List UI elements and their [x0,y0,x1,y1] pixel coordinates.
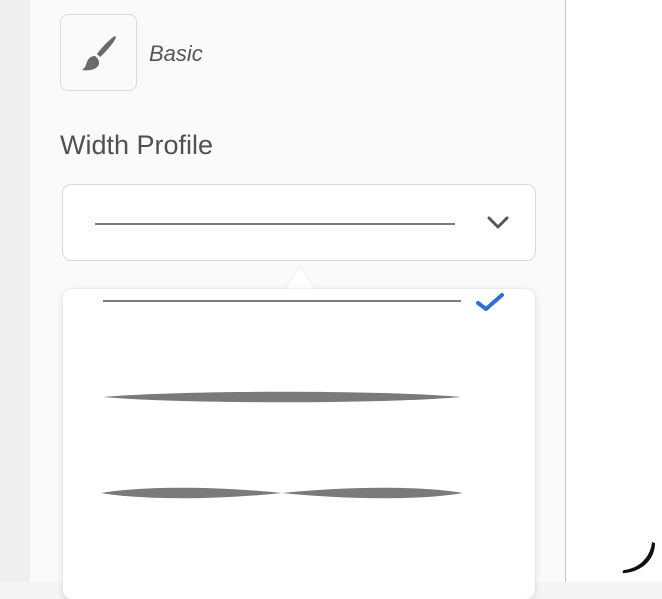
brush-preview-button[interactable] [60,14,137,91]
canvas-stroke-mark [622,542,655,574]
uniform-stroke-icon [103,300,461,302]
double-taper-stroke-icon [101,487,463,499]
width-option-double-taper[interactable] [63,465,535,521]
width-option-uniform[interactable] [63,289,535,329]
width-profile-select[interactable] [62,184,536,261]
width-profile-label: Width Profile [60,130,214,160]
chevron-down-icon [487,216,509,229]
left-gutter [0,0,30,582]
paintbrush-icon [82,36,116,71]
drawing-canvas[interactable] [566,0,662,582]
uniform-stroke-icon [95,223,455,225]
width-profile-dropdown [63,289,535,599]
popover-arrow [285,266,315,290]
width-option-tapered[interactable] [63,369,535,425]
brush-name: Basic [149,41,203,66]
checkmark-icon [476,293,504,311]
tapered-stroke-icon [103,391,461,403]
